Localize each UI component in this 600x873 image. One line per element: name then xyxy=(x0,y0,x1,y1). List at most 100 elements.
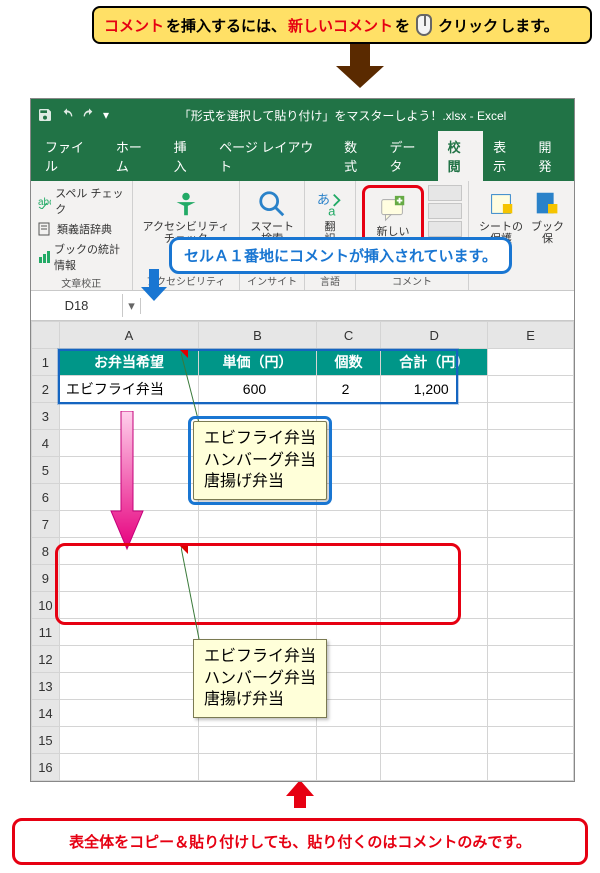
comment-delete-button[interactable] xyxy=(428,185,462,201)
pink-arrow-icon xyxy=(109,411,145,551)
cell[interactable] xyxy=(59,673,198,700)
undo-icon[interactable] xyxy=(59,107,75,123)
callout-text: コメント xyxy=(104,15,164,36)
a1-comment-callout: セルＡ１番地にコメントが挿入されています。 xyxy=(169,237,512,274)
cell[interactable] xyxy=(59,727,198,754)
cell[interactable] xyxy=(488,646,574,673)
select-all-corner[interactable] xyxy=(32,322,60,349)
tab-data[interactable]: データ xyxy=(380,131,438,181)
cell[interactable] xyxy=(488,511,574,538)
row-header[interactable]: 12 xyxy=(32,646,60,673)
tab-layout[interactable]: ページ レイアウト xyxy=(209,131,334,181)
row-header[interactable]: 5 xyxy=(32,457,60,484)
cell[interactable] xyxy=(488,403,574,430)
cell[interactable] xyxy=(488,673,574,700)
tab-insert[interactable]: 挿入 xyxy=(164,131,209,181)
cell[interactable] xyxy=(316,727,380,754)
row-header[interactable]: 15 xyxy=(32,727,60,754)
name-box[interactable]: D18 xyxy=(31,294,123,317)
translate-icon: あa xyxy=(315,189,345,219)
cell[interactable] xyxy=(488,538,574,565)
cell[interactable] xyxy=(488,484,574,511)
tab-review[interactable]: 校閲 xyxy=(438,131,483,181)
paste-destination-outline xyxy=(55,543,461,625)
cell[interactable] xyxy=(59,700,198,727)
cell[interactable] xyxy=(381,646,488,673)
quick-access-toolbar: ▾ xyxy=(37,107,109,123)
col-header-B[interactable]: B xyxy=(199,322,317,349)
col-header-C[interactable]: C xyxy=(316,322,380,349)
cell[interactable] xyxy=(488,619,574,646)
row-header[interactable]: 1 xyxy=(32,349,60,376)
cell[interactable] xyxy=(488,430,574,457)
cell[interactable] xyxy=(488,457,574,484)
spell-check-button[interactable]: abc スペル チェック xyxy=(37,185,126,217)
cell[interactable] xyxy=(488,727,574,754)
thesaurus-label: 類義語辞典 xyxy=(57,221,112,237)
protect-book-label: ブック 保 xyxy=(531,221,564,245)
cell[interactable] xyxy=(199,511,317,538)
cell[interactable] xyxy=(381,457,488,484)
row-header[interactable]: 2 xyxy=(32,376,60,403)
col-header-A[interactable]: A xyxy=(59,322,198,349)
tab-home[interactable]: ホーム xyxy=(106,131,164,181)
cell[interactable]: 合計（円） xyxy=(381,349,488,376)
comment-prev-button[interactable] xyxy=(428,203,462,219)
row-header[interactable]: 16 xyxy=(32,754,60,781)
cell[interactable] xyxy=(488,565,574,592)
cell[interactable]: 1,200 xyxy=(381,376,488,403)
tab-file[interactable]: ファイル xyxy=(35,131,106,181)
row-header[interactable]: 11 xyxy=(32,619,60,646)
cell[interactable] xyxy=(59,754,198,781)
workbook-stats-button[interactable]: ブックの統計情報 xyxy=(37,241,126,273)
cell[interactable] xyxy=(488,376,574,403)
callout-text: を xyxy=(395,15,410,36)
comment-next-button[interactable] xyxy=(428,221,462,237)
bottom-arrow-up xyxy=(0,778,600,806)
row-header[interactable]: 13 xyxy=(32,673,60,700)
cell[interactable] xyxy=(488,754,574,781)
thesaurus-button[interactable]: 類義語辞典 xyxy=(37,221,112,237)
cell[interactable]: お弁当希望 xyxy=(59,349,198,376)
callout-text: します。 xyxy=(500,15,559,36)
row-header[interactable]: 4 xyxy=(32,430,60,457)
redo-icon[interactable] xyxy=(81,107,97,123)
comment-box-pasted: エビフライ弁当 ハンバーグ弁当 唐揚げ弁当 xyxy=(193,639,327,718)
worksheet-grid[interactable]: A B C D E 1 お弁当希望 単価（円） 個数 合計（円） 2 エビフライ… xyxy=(31,321,574,781)
cell[interactable]: 個数 xyxy=(316,349,380,376)
cell[interactable] xyxy=(381,430,488,457)
tab-dev[interactable]: 開発 xyxy=(529,131,574,181)
blue-arrow-icon xyxy=(139,269,169,303)
row-header[interactable]: 14 xyxy=(32,700,60,727)
cell[interactable]: エビフライ弁当 xyxy=(59,376,198,403)
cell[interactable]: 2 xyxy=(316,376,380,403)
row-header[interactable]: 6 xyxy=(32,484,60,511)
cell[interactable] xyxy=(381,403,488,430)
cell[interactable] xyxy=(59,646,198,673)
cell[interactable] xyxy=(488,700,574,727)
row-header[interactable]: 7 xyxy=(32,511,60,538)
cell[interactable] xyxy=(199,754,317,781)
cell[interactable] xyxy=(381,673,488,700)
cell[interactable] xyxy=(316,511,380,538)
protect-book-button[interactable]: ブック 保 xyxy=(527,185,568,249)
cell[interactable] xyxy=(488,592,574,619)
tab-view[interactable]: 表示 xyxy=(483,131,528,181)
save-icon[interactable] xyxy=(37,107,53,123)
cell[interactable] xyxy=(381,700,488,727)
row-header[interactable]: 3 xyxy=(32,403,60,430)
window-title: 「形式を選択して貼り付け」をマスターしよう！.xlsx - Excel xyxy=(117,107,568,124)
cell[interactable] xyxy=(316,754,380,781)
cell[interactable] xyxy=(488,349,574,376)
cell[interactable] xyxy=(381,511,488,538)
bottom-instruction-callout: 表全体をコピー＆貼り付けしても、貼り付くのはコメントのみです。 xyxy=(12,818,588,865)
cell[interactable] xyxy=(199,727,317,754)
cell[interactable] xyxy=(381,754,488,781)
tab-formulas[interactable]: 数式 xyxy=(334,131,379,181)
col-header-D[interactable]: D xyxy=(381,322,488,349)
cell[interactable] xyxy=(381,484,488,511)
col-header-E[interactable]: E xyxy=(488,322,574,349)
title-bar: ▾ 「形式を選択して貼り付け」をマスターしよう！.xlsx - Excel xyxy=(31,99,574,131)
cell[interactable] xyxy=(381,727,488,754)
qat-more-icon[interactable]: ▾ xyxy=(103,108,109,122)
